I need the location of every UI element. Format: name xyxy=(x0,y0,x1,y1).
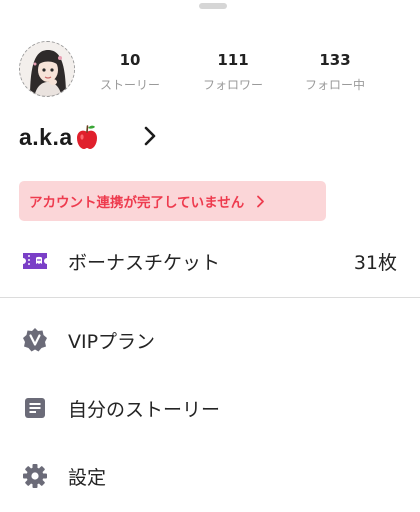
stat-stories-label: ストーリー xyxy=(99,78,160,92)
document-icon xyxy=(20,393,50,423)
stat-following[interactable]: 133 フォロー中 xyxy=(290,52,380,92)
vip-badge-icon xyxy=(20,325,50,355)
red-apple-icon xyxy=(75,123,99,151)
menu-item-settings[interactable]: 設定 xyxy=(0,451,420,501)
ticket-icon xyxy=(20,246,50,276)
stat-followers[interactable]: 111 フォロワー xyxy=(188,52,278,92)
menu-item-my-stories-label: 自分のストーリー xyxy=(68,398,221,421)
chevron-right-icon xyxy=(256,195,265,208)
gear-icon xyxy=(20,461,50,491)
drag-handle[interactable] xyxy=(199,3,227,9)
stat-following-label: フォロー中 xyxy=(304,78,365,92)
account-link-alert[interactable]: アカウント連携が完了していません xyxy=(19,181,326,221)
divider xyxy=(0,297,420,298)
profile-chevron-right-icon[interactable] xyxy=(138,122,162,150)
profile-avatar-illustration xyxy=(20,42,74,96)
menu-item-my-stories[interactable]: 自分のストーリー xyxy=(0,383,420,433)
stat-stories-count: 10 xyxy=(119,51,141,69)
menu-item-settings-label: 設定 xyxy=(68,466,107,489)
bonus-ticket-count: 31枚 xyxy=(353,251,397,274)
avatar[interactable] xyxy=(19,41,75,97)
stat-following-count: 133 xyxy=(319,51,351,69)
username-row[interactable]: a.k.a xyxy=(19,120,99,154)
username: a.k.a xyxy=(19,123,73,150)
menu-item-vip-plan[interactable]: VIPプラン xyxy=(0,315,420,365)
account-link-alert-text: アカウント連携が完了していません xyxy=(29,195,245,211)
menu-item-bonus-ticket[interactable]: ボーナスチケット 31枚 xyxy=(0,236,420,286)
stat-stories[interactable]: 10 ストーリー xyxy=(85,52,175,92)
stat-followers-label: フォロワー xyxy=(202,78,263,92)
menu-item-bonus-ticket-label: ボーナスチケット xyxy=(68,251,221,274)
menu-item-vip-plan-label: VIPプラン xyxy=(68,330,156,353)
stat-followers-count: 111 xyxy=(217,51,249,69)
